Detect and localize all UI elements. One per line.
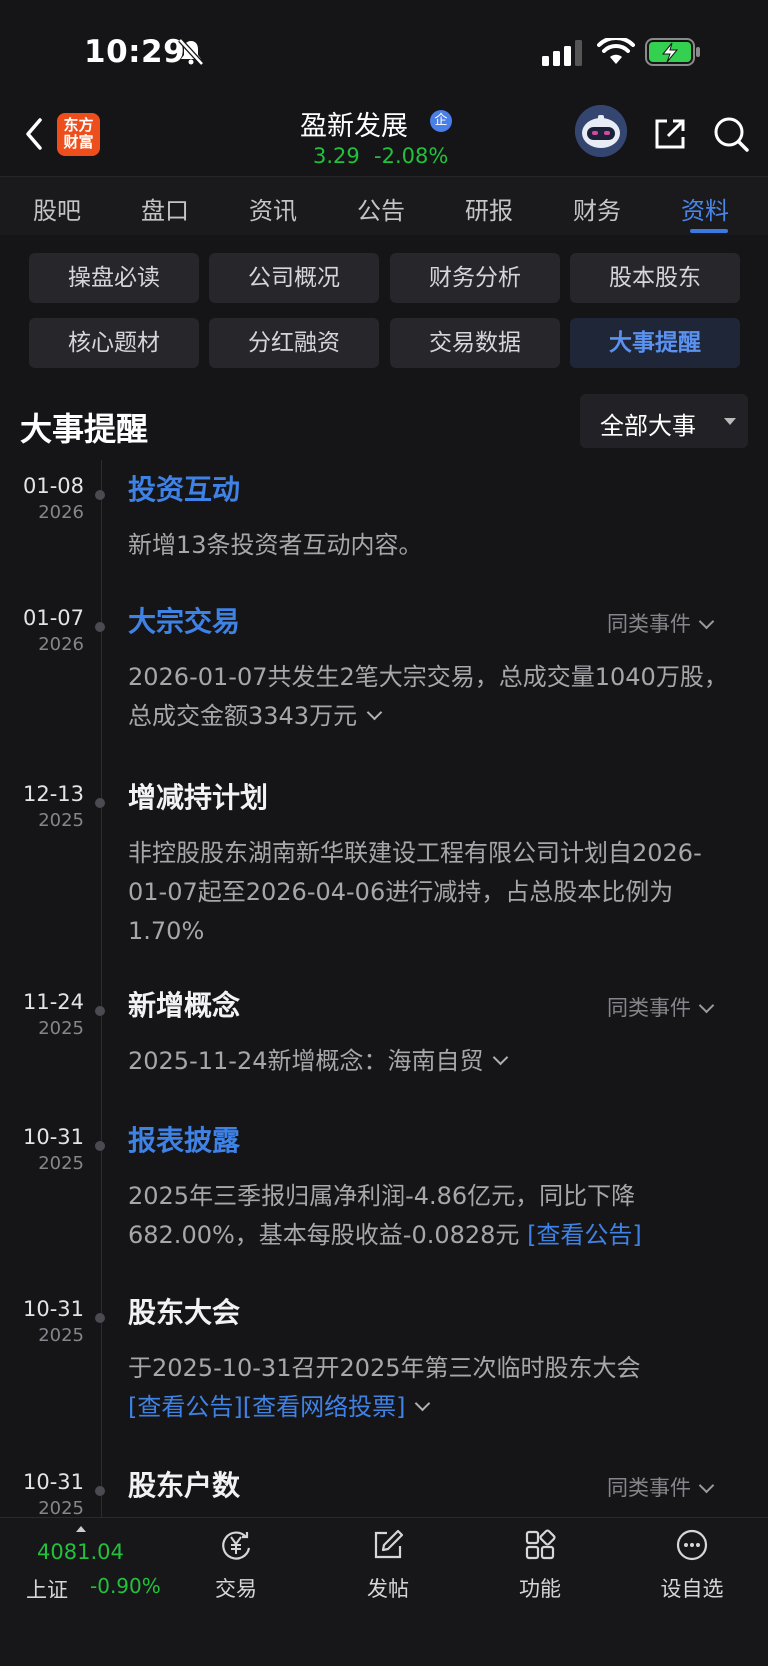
cellular-signal-icon [542,40,582,66]
timeline-dot [95,798,105,808]
app-logo[interactable]: 东方 财富 [57,113,100,156]
subnav-caiwufenxi[interactable]: 财务分析 [390,253,560,303]
bell-muted-icon [178,38,204,66]
tab-gonggao[interactable]: 公告 [357,191,405,226]
similar-events-button[interactable]: 同类事件 [607,608,715,638]
view-online-vote-link[interactable]: [查看网络投票] [243,1393,406,1421]
chevron-down-icon [698,1477,715,1494]
view-announcement-link[interactable]: [查看公告] [128,1393,243,1421]
subnav-caopan[interactable]: 操盘必读 [29,253,199,303]
robot-assistant-icon[interactable] [575,105,627,157]
event-body: 2025-11-24新增概念：海南自贸 [128,1042,733,1081]
tab-yanbao[interactable]: 研报 [465,191,513,226]
enterprise-badge: 企 [430,110,452,132]
grid-apps-icon [525,1529,556,1560]
section-title: 大事提醒 [20,410,149,448]
subnav-guben[interactable]: 股本股东 [570,253,740,303]
event-filter-dropdown[interactable]: 全部大事 [580,394,748,448]
event-title: 股东大会 [128,1296,241,1329]
event-title[interactable]: 报表披露 [128,1119,240,1159]
status-time: 10:29 [84,34,186,70]
functions-button[interactable]: 功能 [480,1518,600,1618]
bottom-toolbar: 4081.04 上证 -0.90% 交易 发帖 功能 设自选 [0,1517,768,1666]
stock-name[interactable]: 盈新发展 [300,104,408,143]
active-tab-indicator [690,229,728,233]
event-title[interactable]: 大宗交易 [128,600,240,640]
timeline-dot [95,622,105,632]
index-change: -0.90% [90,1574,161,1598]
event-date: 01-07 [22,606,84,630]
search-icon[interactable] [712,115,750,153]
event-year: 2025 [38,1325,84,1346]
chevron-down-icon [698,613,715,630]
event-date: 10-31 [22,1125,84,1149]
subnav-dashi[interactable]: 大事提醒 [570,318,740,368]
expand-up-icon [76,1526,86,1532]
timeline-dot [95,1006,105,1016]
more-dots-icon [676,1529,708,1561]
caret-down-icon [724,418,736,425]
timeline-dot [95,1486,105,1496]
subnav-hexin[interactable]: 核心题材 [29,318,199,368]
tab-guba[interactable]: 股吧 [33,191,81,226]
event-title: 股东户数 [128,1469,241,1502]
event-date: 01-08 [22,474,84,498]
stock-header: 东方 财富 盈新发展 企 3.29 -2.08% [0,100,768,175]
subnav-fenhong[interactable]: 分红融资 [209,318,379,368]
subnav-jiaoyi[interactable]: 交易数据 [390,318,560,368]
share-icon[interactable] [652,116,688,152]
stock-change: -2.08% [374,144,449,168]
tab-zixun[interactable]: 资讯 [249,191,297,226]
stock-price: 3.29 [313,144,360,168]
expand-chevron-icon[interactable] [493,1049,509,1066]
subnav-gongsi[interactable]: 公司概况 [209,253,379,303]
timeline-dot [95,1141,105,1151]
main-tabs: 股吧 盘口 资讯 公告 研报 财务 资料 [0,176,768,235]
event-body: 于2025-10-31召开2025年第三次临时股东大会 [查看公告][查看网络投票… [128,1354,641,1421]
filter-value: 全部大事 [600,412,696,440]
event-title[interactable]: 投资互动 [128,468,240,508]
status-bar: 10:29 [0,0,768,100]
trade-button[interactable]: 交易 [176,1518,296,1618]
event-year: 2025 [38,1153,84,1174]
tab-caiwu[interactable]: 财务 [573,191,621,226]
timeline-dot [95,490,105,500]
post-button[interactable]: 发帖 [328,1518,448,1618]
event-date: 10-31 [22,1297,84,1321]
event-year: 2026 [38,502,84,523]
index-name: 上证 [26,1578,68,1602]
event-body: 非控股股东湖南新华联建设工程有限公司计划自2026-01-07起至2026-04… [128,839,702,945]
event-body: 新增13条投资者互动内容。 [128,531,423,559]
index-value: 4081.04 [37,1540,124,1564]
event-body: 2025年三季报归属净利润-4.86亿元，同比下降682.00%，基本每股收益-… [128,1182,642,1249]
expand-chevron-icon[interactable] [366,704,383,721]
add-watchlist-button[interactable]: 设自选 [632,1518,752,1618]
event-title: 新增概念 [128,989,241,1022]
timeline-line [101,460,102,1520]
compose-icon [374,1529,404,1559]
event-year: 2026 [38,634,84,655]
view-announcement-link[interactable]: [查看公告] [527,1221,642,1249]
similar-events-button[interactable]: 同类事件 [607,1472,715,1502]
event-year: 2025 [38,1018,84,1039]
trade-yen-icon [222,1531,251,1560]
event-year: 2025 [38,810,84,831]
event-date: 11-24 [22,990,84,1014]
timeline-dot [95,1313,105,1323]
wifi-icon [597,38,635,64]
event-date: 10-31 [22,1470,84,1494]
index-ticker[interactable]: 4081.04 上证 -0.90% [0,1518,180,1618]
event-body: 2026-01-07共发生2笔大宗交易，总成交量1040万股，总成交金额3343… [128,663,728,730]
tab-ziliao[interactable]: 资料 [681,191,729,226]
event-date: 12-13 [22,782,84,806]
battery-charging-icon [645,38,700,66]
event-year: 2025 [38,1498,84,1519]
chevron-down-icon [698,997,715,1014]
tab-pankou[interactable]: 盘口 [141,191,189,226]
similar-events-button[interactable]: 同类事件 [607,992,715,1022]
back-arrow-icon[interactable] [20,114,50,154]
expand-chevron-icon[interactable] [415,1395,431,1412]
event-title: 增减持计划 [128,781,269,814]
